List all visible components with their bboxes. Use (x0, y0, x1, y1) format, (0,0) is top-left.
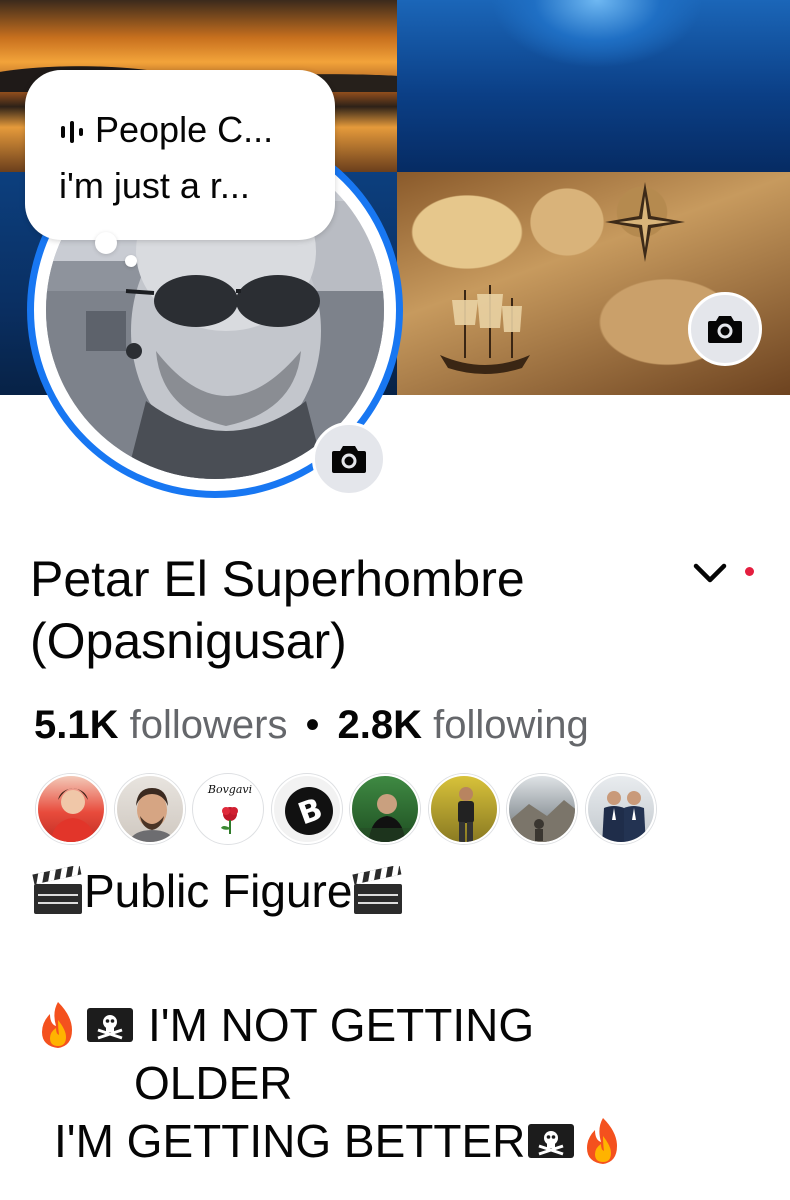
follower-avatar[interactable] (36, 774, 106, 844)
follower-avatars: Bovgavi B (36, 774, 664, 844)
follow-stats: 5.1K followers • 2.8K following (34, 700, 589, 750)
follower-avatar[interactable] (114, 774, 185, 844)
follower-logo-text: Bovgavi (207, 783, 252, 796)
bio-not-getting-text: I'M NOT GETTING (148, 999, 535, 1051)
follower-avatar[interactable]: Bovgavi (193, 774, 263, 844)
bio-public-figure-text: Public Figure (84, 865, 353, 917)
camera-icon (708, 316, 742, 343)
following-label[interactable]: following (433, 703, 589, 747)
compass-rose-icon (605, 182, 685, 262)
profile-name: Petar El Superhombre (Opasnigusar) (30, 551, 525, 669)
profile-bio: Public Figure I'M NOT GETTING OLDER I'M … (32, 862, 772, 1170)
follower-avatar[interactable] (428, 774, 499, 844)
followers-count[interactable]: 5.1K (34, 703, 119, 747)
note-bubble-tail-small (125, 255, 137, 267)
cover-camera-button[interactable] (688, 292, 762, 366)
bio-line-older: OLDER (32, 1054, 772, 1112)
bio-getting-better-text: I'M GETTING BETTER (54, 1115, 526, 1167)
camera-icon (332, 446, 366, 473)
follower-avatar[interactable]: B (271, 774, 342, 844)
bio-line-not-getting: I'M NOT GETTING (32, 996, 772, 1054)
fire-icon (42, 1002, 72, 1048)
clapperboard-icon (32, 866, 82, 914)
follower-avatar[interactable] (350, 774, 420, 844)
followers-label[interactable]: followers (130, 703, 288, 747)
note-song-title: People C... (95, 109, 274, 150)
note-bubble-tail (95, 232, 117, 254)
follower-avatar[interactable] (507, 774, 577, 844)
pirate-flag-icon (528, 1124, 575, 1158)
bio-older-text: OLDER (134, 1057, 293, 1109)
notification-dot (745, 567, 754, 576)
stats-separator: • (305, 703, 320, 747)
following-count[interactable]: 2.8K (337, 703, 422, 747)
profile-camera-button[interactable] (312, 422, 386, 496)
music-note-bubble[interactable]: People C... i'm just a r... (25, 70, 335, 240)
ship-icon (440, 285, 530, 374)
cover-sea-tile (397, 0, 790, 172)
note-title-row: People C... (59, 102, 335, 158)
note-song-artist: i'm just a r... (59, 165, 250, 206)
audio-bars-icon (61, 121, 83, 144)
fire-icon (587, 1118, 618, 1164)
pirate-flag-icon (87, 1008, 133, 1042)
bio-line-public-figure: Public Figure (32, 862, 772, 920)
clapperboard-icon (352, 866, 403, 914)
chevron-down-icon[interactable] (690, 556, 730, 592)
follower-avatar[interactable] (585, 774, 656, 844)
bio-line-getting-better: I'M GETTING BETTER (32, 1112, 772, 1170)
